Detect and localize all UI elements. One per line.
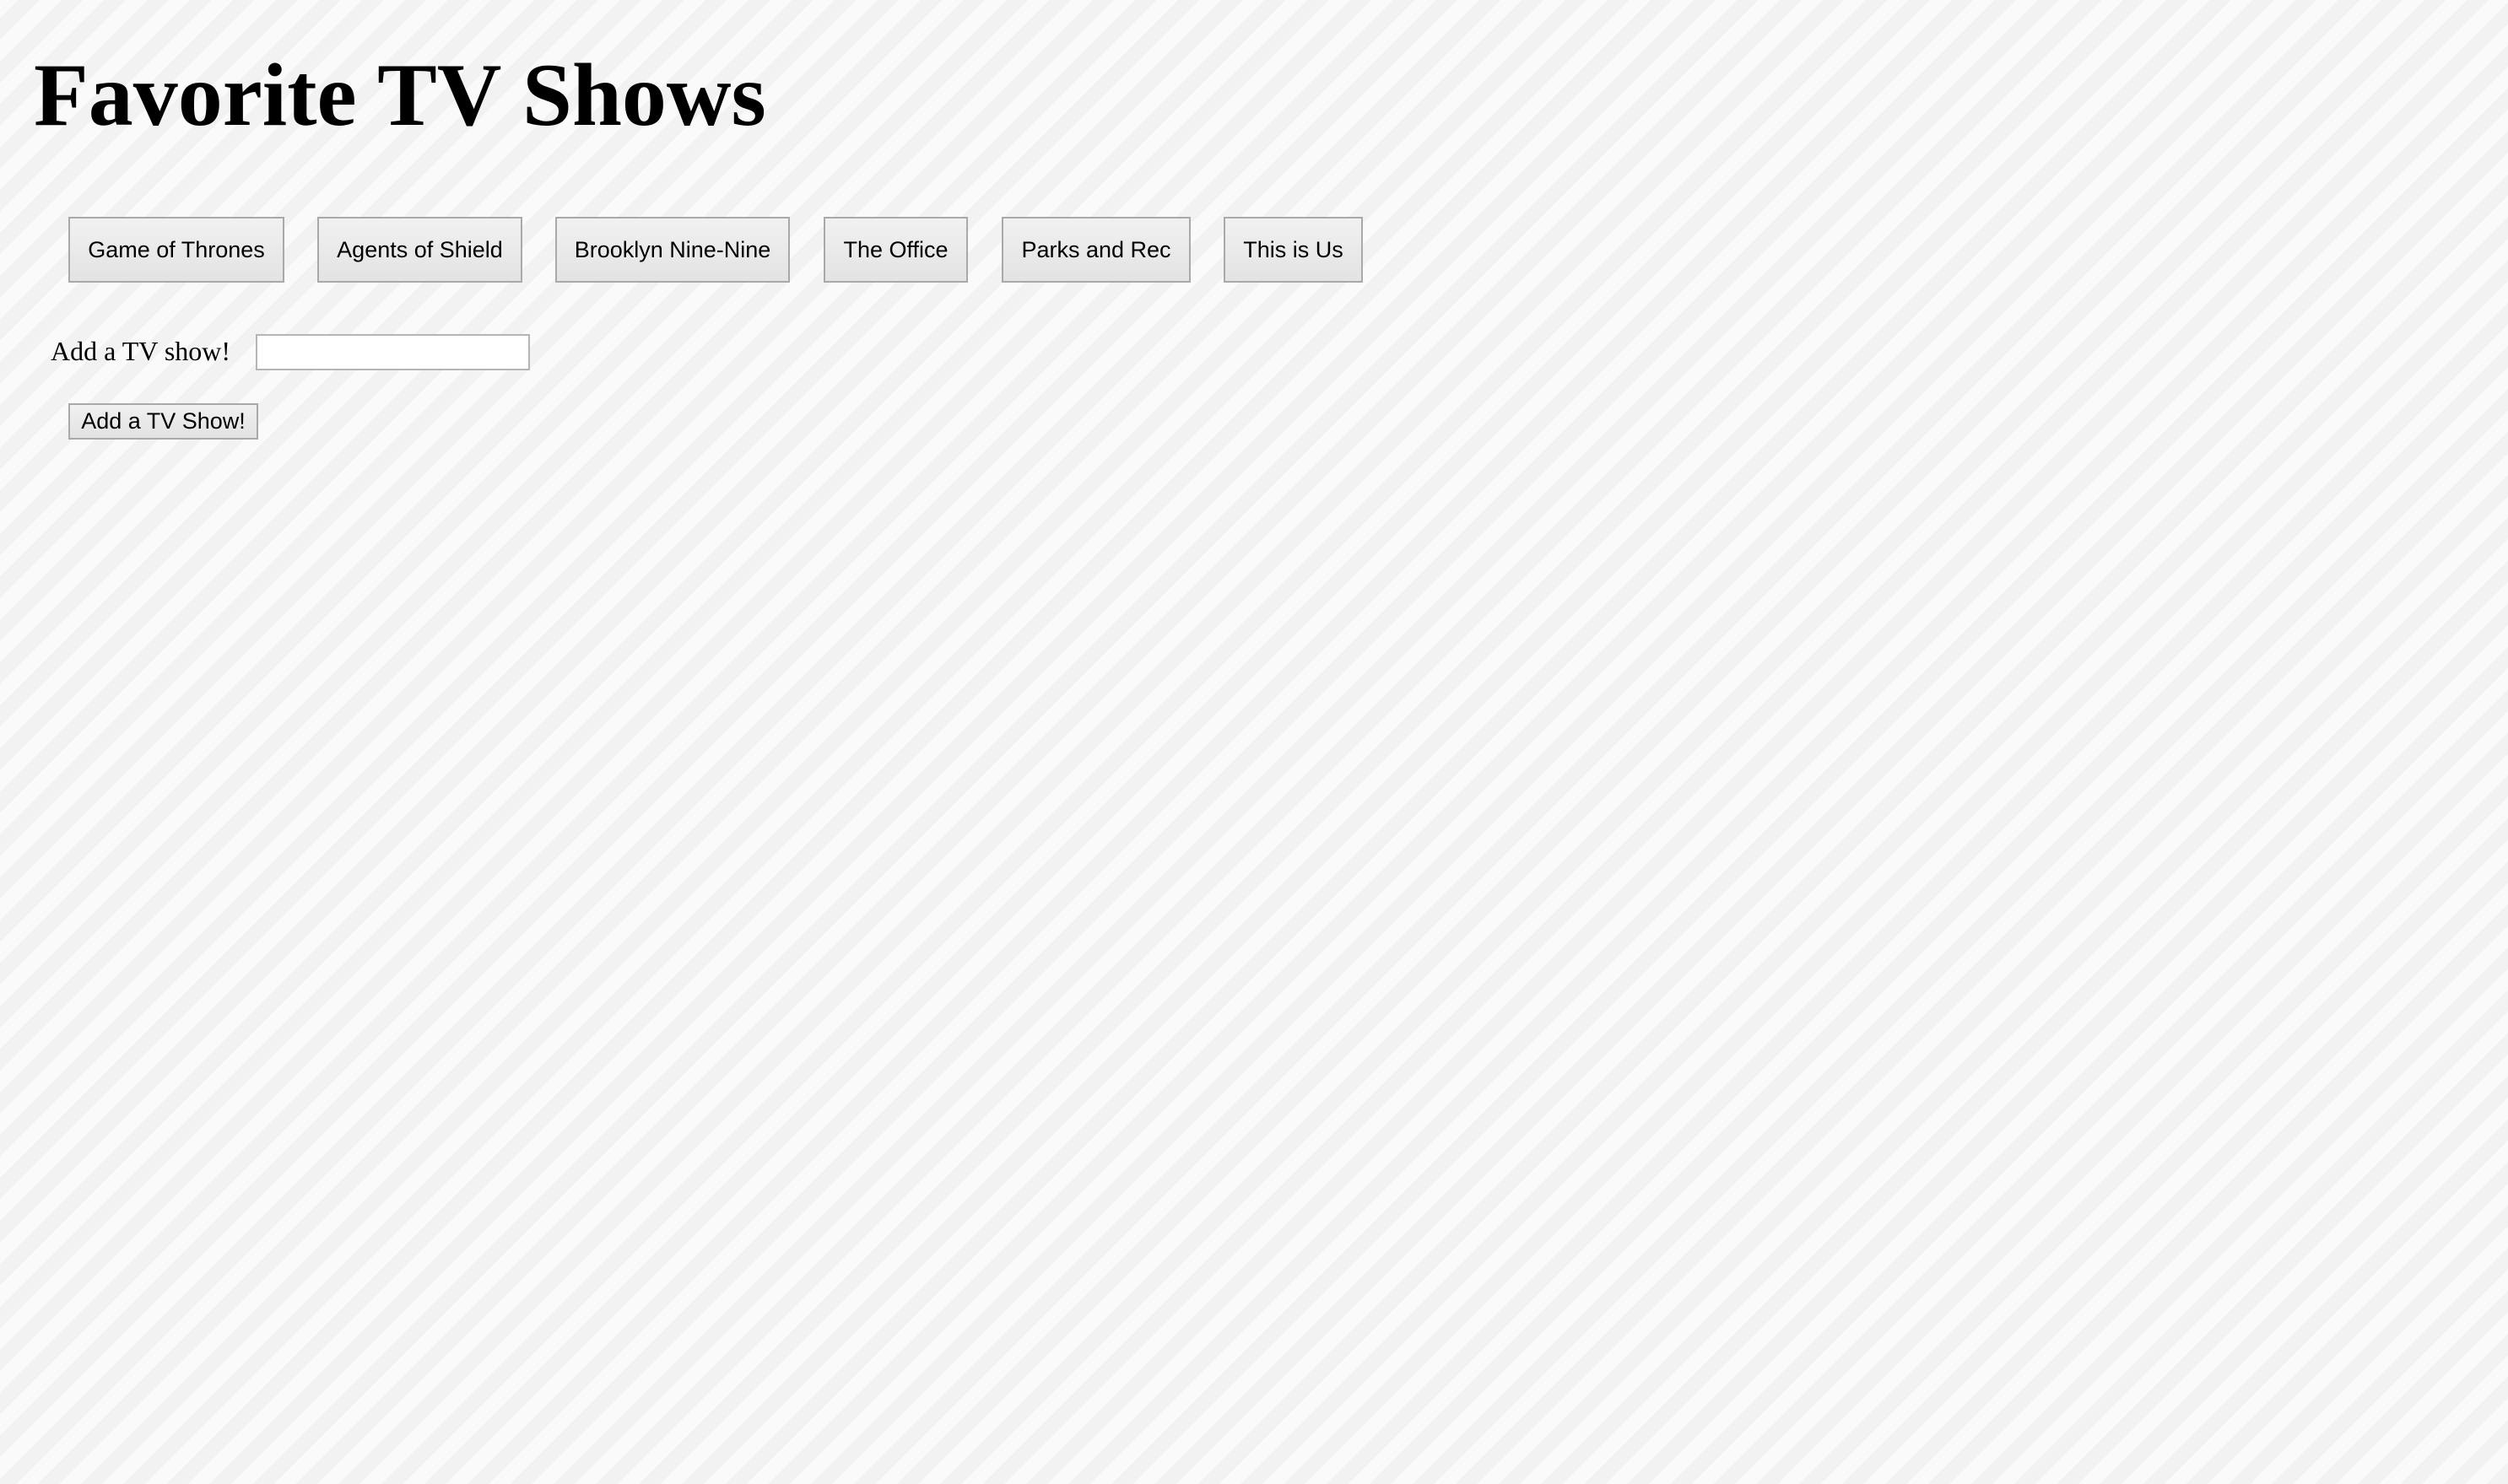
add-show-label: Add a TV show! <box>51 336 231 366</box>
show-button-agents-of-shield[interactable]: Agents of Shield <box>317 217 522 283</box>
page-title: Favorite TV Shows <box>34 46 766 144</box>
show-button-the-office[interactable]: The Office <box>824 217 968 283</box>
show-button-parks-and-rec[interactable]: Parks and Rec <box>1002 217 1191 283</box>
show-name-input[interactable] <box>256 334 530 370</box>
show-button-brooklyn-nine-nine[interactable]: Brooklyn Nine-Nine <box>555 217 790 283</box>
show-button-this-is-us[interactable]: This is Us <box>1224 217 1363 283</box>
show-button-game-of-thrones[interactable]: Game of Thrones <box>68 217 284 283</box>
add-show-button[interactable]: Add a TV Show! <box>68 403 258 440</box>
